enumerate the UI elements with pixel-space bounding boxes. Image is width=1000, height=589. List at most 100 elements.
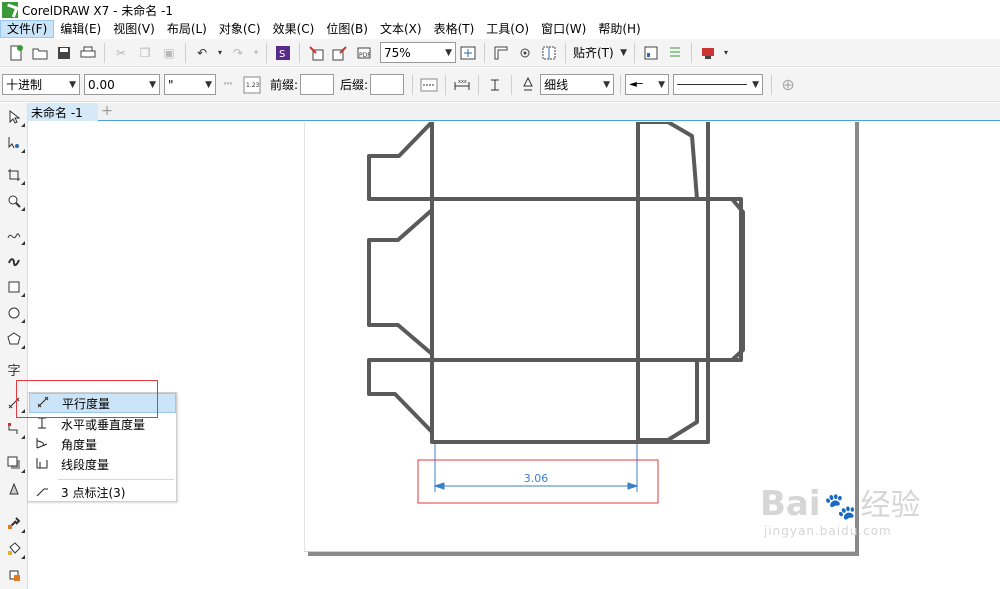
options-icon[interactable] — [665, 43, 685, 63]
dieline-bottom-right-flap — [638, 358, 699, 442]
snap-to-dropdown[interactable]: 贴齐(T) ▼ — [570, 42, 630, 63]
toolbar-separator — [484, 42, 485, 63]
dimension-style-select[interactable]: 十进制 ▼ — [2, 74, 80, 95]
redo-icon[interactable]: ↷ — [228, 43, 248, 63]
export-icon[interactable] — [330, 43, 350, 63]
show-guidelines-icon[interactable] — [539, 43, 559, 63]
undo-icon[interactable]: ↶ — [192, 43, 212, 63]
dimension-precision-select[interactable]: 0.00 ▼ — [84, 74, 160, 95]
baidu-watermark: Bai 🐾 经验 jingyan.baidu.com — [760, 480, 921, 538]
dimension-units-select[interactable]: " ▼ — [164, 74, 216, 95]
chevron-down-icon: ▼ — [603, 79, 611, 90]
search-content-icon[interactable]: S — [273, 43, 293, 63]
menu-text[interactable]: 文本(X) — [374, 20, 428, 38]
tool-highlight-box — [16, 380, 158, 418]
toolbar-separator — [412, 74, 414, 95]
outline-pen-icon — [518, 75, 538, 95]
artistic-media-tool-icon[interactable] — [4, 251, 24, 271]
publish-pdf-icon[interactable]: PDF — [354, 43, 374, 63]
tab-document-label: 未命名 -1 — [31, 105, 83, 120]
smart-fill-tool-icon[interactable] — [4, 565, 24, 585]
tab-document[interactable]: 未命名 -1 — [28, 103, 98, 121]
svg-text:1.23: 1.23 — [246, 82, 260, 89]
menu-object[interactable]: 对象(C) — [213, 20, 267, 38]
shape-tool-icon[interactable] — [4, 133, 25, 153]
toolbar-separator — [511, 74, 513, 95]
prefix-input[interactable] — [300, 74, 335, 95]
arrowhead-icon: ◄─ — [629, 79, 643, 90]
launcher-dropdown-icon[interactable]: ▾ — [722, 43, 730, 63]
application-launcher-icon[interactable] — [698, 43, 718, 63]
menu-bitmaps[interactable]: 位图(B) — [320, 20, 374, 38]
chevron-down-icon: ▼ — [445, 47, 452, 58]
svg-text:xxx: xxx — [458, 79, 467, 85]
zoom-level-select[interactable]: 75% ▼ — [380, 42, 456, 63]
add-tab-icon[interactable]: + — [100, 104, 114, 119]
polygon-tool-icon[interactable] — [4, 329, 25, 349]
menu-file[interactable]: 文件(F) — [0, 20, 55, 38]
dimension-text-position-icon[interactable]: 1.23 — [242, 75, 262, 95]
text-tool-icon[interactable]: 字 — [4, 359, 24, 379]
outline-width-select[interactable]: 细线 ▼ — [540, 74, 615, 95]
show-units-icon[interactable]: ᵐᵐ — [218, 75, 238, 95]
chevron-down-icon: ▼ — [752, 79, 760, 90]
extension-line-options-icon[interactable]: xxx — [452, 75, 472, 95]
cut-icon[interactable]: ✂ — [111, 43, 131, 63]
zoom-tool-icon[interactable] — [4, 191, 25, 211]
drop-shadow-tool-icon[interactable] — [4, 453, 25, 473]
redo-dropdown-icon[interactable]: ▾ — [252, 43, 260, 63]
color-eyedropper-tool-icon[interactable] — [4, 513, 25, 533]
import-icon[interactable] — [306, 43, 326, 63]
toolbar-separator — [104, 42, 105, 63]
flyout-item-angular-dimension[interactable]: 角度量 — [29, 434, 176, 454]
show-grid-icon[interactable] — [515, 43, 535, 63]
pick-tool-icon[interactable] — [4, 107, 25, 127]
dieline-bottom-left-flap — [367, 358, 434, 434]
crop-tool-icon[interactable] — [4, 165, 25, 185]
interactive-fill-tool-icon[interactable] — [4, 539, 25, 559]
connector-tool-icon[interactable] — [4, 419, 25, 439]
dieline-middle-left-flap — [367, 208, 434, 356]
menu-help[interactable]: 帮助(H) — [592, 20, 646, 38]
menu-layout[interactable]: 布局(L) — [161, 20, 213, 38]
menu-view[interactable]: 视图(V) — [107, 20, 161, 38]
open-folder-icon[interactable] — [30, 43, 50, 63]
flyout-item-3-point-callout[interactable]: 3 点标注(3) — [29, 482, 176, 502]
welcome-screen-icon[interactable] — [641, 43, 661, 63]
rectangle-tool-icon[interactable] — [4, 277, 25, 297]
dimension-arrow-right-icon — [627, 482, 639, 490]
zoom-level-value: 75% — [384, 45, 411, 60]
suffix-input[interactable] — [370, 74, 405, 95]
save-icon[interactable] — [54, 43, 74, 63]
text-position-dropdown-icon[interactable] — [485, 75, 505, 95]
start-arrowhead-select[interactable]: ◄─ ▼ — [625, 74, 670, 95]
new-document-icon[interactable] — [6, 43, 26, 63]
toolbar-separator — [771, 74, 773, 95]
add-preset-icon[interactable]: ⊕ — [778, 75, 798, 95]
transparency-tool-icon[interactable] — [4, 479, 24, 499]
window-title: CorelDRAW X7 - 未命名 -1 — [22, 3, 174, 18]
ellipse-tool-icon[interactable] — [4, 303, 25, 323]
dimension-precision-value: 0.00 — [88, 77, 115, 92]
menu-tools[interactable]: 工具(O) — [480, 20, 535, 38]
show-rulers-icon[interactable] — [491, 43, 511, 63]
full-screen-preview-icon[interactable] — [458, 43, 478, 63]
copy-icon[interactable]: ❐ — [135, 43, 155, 63]
line-style-select[interactable]: ▼ — [673, 74, 764, 95]
dynamic-dimensioning-icon[interactable] — [419, 75, 439, 95]
print-icon[interactable] — [78, 43, 98, 63]
dimension-value-text: 3.06 — [524, 472, 549, 485]
menu-window[interactable]: 窗口(W) — [535, 20, 592, 38]
toolbar-separator — [565, 42, 566, 63]
paste-icon[interactable]: ▣ — [159, 43, 179, 63]
flyout-item-label: 水平或垂直度量 — [61, 417, 146, 432]
flyout-divider — [58, 479, 174, 480]
menu-edit[interactable]: 编辑(E) — [54, 20, 107, 38]
undo-dropdown-icon[interactable]: ▾ — [216, 43, 224, 63]
chevron-down-icon: ▼ — [69, 79, 76, 90]
line-style-preview — [677, 84, 748, 85]
menu-effects[interactable]: 效果(C) — [267, 20, 321, 38]
freehand-tool-icon[interactable] — [4, 225, 25, 245]
menu-table[interactable]: 表格(T) — [428, 20, 481, 38]
flyout-item-segment-dimension[interactable]: 线段度量 — [29, 454, 176, 474]
